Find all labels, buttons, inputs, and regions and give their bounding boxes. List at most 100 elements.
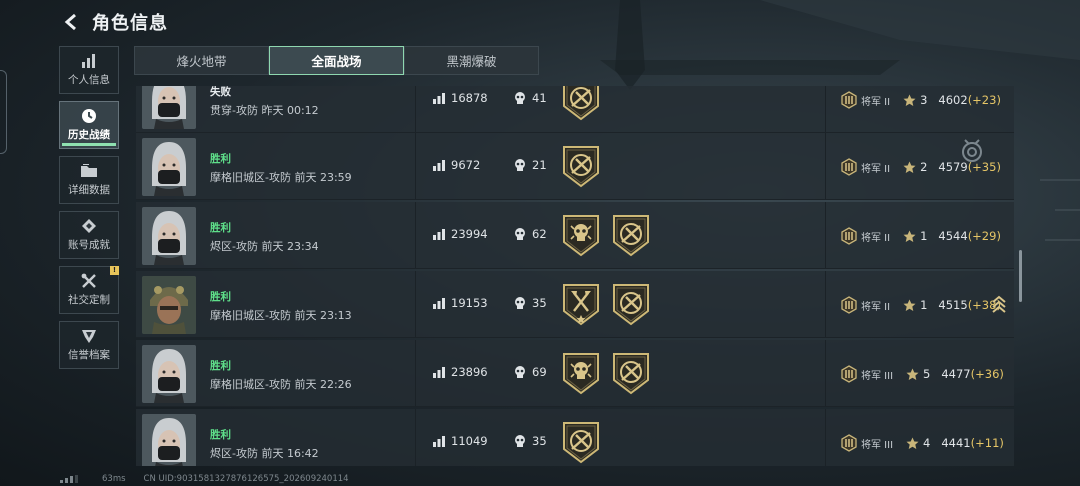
skull-medal-icon[interactable] xyxy=(562,214,600,261)
rifle-medal-icon[interactable] xyxy=(612,352,650,399)
match-result: 失败 xyxy=(210,86,231,98)
kills-value: 69 xyxy=(532,365,547,379)
map-and-time: 烬区-攻防 前天 16:42 xyxy=(210,447,319,460)
rank-info: 将军 II 1 4544(+29) xyxy=(840,227,1001,245)
star-icon xyxy=(903,299,916,311)
bar-chart-icon xyxy=(433,435,445,447)
star-level: 1 xyxy=(920,298,928,312)
rank-name: 将军 II xyxy=(861,232,891,244)
tab-blackout[interactable]: 黑潮爆破 xyxy=(404,46,539,75)
skull-icon xyxy=(515,296,525,309)
sidebar-item-label: 个人信息 xyxy=(68,74,110,86)
rank-up-chevron-icon xyxy=(992,295,1006,313)
operator-avatar xyxy=(142,86,196,129)
sidebar-item-social[interactable]: ! 社交定制 xyxy=(59,266,119,314)
match-row[interactable]: 胜利 烬区-攻防 前天 16:42 11049 35 将军 III 4 4441(+11) xyxy=(136,409,1014,466)
tab-operations[interactable]: 烽火地带 xyxy=(134,46,269,75)
sidebar-item-details[interactable]: 详细数据 xyxy=(59,156,119,204)
row-divider xyxy=(415,202,416,268)
sidebar-item-label: 账号成就 xyxy=(68,239,110,251)
rifle-medal-icon[interactable] xyxy=(562,421,600,466)
axe-medal-icon[interactable] xyxy=(562,283,600,330)
match-row[interactable]: 胜利 摩格旧城区-攻防 前天 23:13 19153 35 将军 II 1 4515(+38… xyxy=(136,271,1014,338)
score-stat: 11049 xyxy=(433,434,488,448)
star-icon xyxy=(903,161,916,173)
bar-chart-icon xyxy=(433,297,445,309)
kills-stat: 69 xyxy=(514,365,547,379)
score-stat: 9672 xyxy=(433,158,480,172)
rifle-medal-icon[interactable] xyxy=(612,214,650,261)
score-stat: 19153 xyxy=(433,296,488,310)
star-level: 2 xyxy=(920,160,928,174)
scrollbar[interactable] xyxy=(1019,250,1022,302)
sidebar-item-label: 信誉档案 xyxy=(68,349,110,361)
medal-list xyxy=(562,283,650,330)
map-and-time: 摩格旧城区-攻防 前天 23:13 xyxy=(210,309,352,322)
match-result: 胜利 xyxy=(210,429,231,441)
match-row[interactable]: 失败 贯穿-攻防 昨天 00:12 16878 41 将军 II 3 4602(+23) xyxy=(136,86,1014,133)
match-history-list[interactable]: 失败 贯穿-攻防 昨天 00:12 16878 41 将军 II 3 4602(+23) 胜… xyxy=(136,86,1014,466)
uid-text: CN UID:9031581327876126575_202609240114 xyxy=(143,474,349,484)
ping-value: 63ms xyxy=(102,474,126,484)
row-divider xyxy=(415,86,416,132)
rank-info: 将军 II 3 4602(+23) xyxy=(840,91,1001,109)
operator-avatar xyxy=(142,414,196,466)
rifle-medal-icon[interactable] xyxy=(562,86,600,125)
row-divider xyxy=(825,202,826,268)
folder-icon xyxy=(80,163,98,179)
match-result: 胜利 xyxy=(210,291,231,303)
map-and-time: 摩格旧城区-攻防 前天 22:26 xyxy=(210,378,352,391)
kills-value: 41 xyxy=(532,91,547,105)
tab-all-out-warfare[interactable]: 全面战场 xyxy=(269,46,404,75)
skull-medal-icon[interactable] xyxy=(562,352,600,399)
row-divider xyxy=(415,340,416,406)
star-level: 3 xyxy=(920,93,928,107)
row-divider xyxy=(825,271,826,337)
rank-name: 将军 III xyxy=(861,439,894,451)
rank-info: 将军 II 1 4515(+38) xyxy=(840,296,1001,314)
match-result: 胜利 xyxy=(210,222,231,234)
kills-value: 21 xyxy=(532,158,547,172)
notification-badge: ! xyxy=(110,266,119,275)
star-icon xyxy=(903,94,916,106)
row-divider xyxy=(415,271,416,337)
general-rank-icon xyxy=(841,365,857,383)
row-divider xyxy=(415,409,416,466)
rank-name: 将军 II xyxy=(861,301,891,313)
star-icon xyxy=(906,437,919,449)
rank-info: 将军 III 4 4441(+11) xyxy=(840,434,1004,452)
match-row[interactable]: 胜利 烬区-攻防 前天 23:34 23994 62 将军 II 1 4544(+29) xyxy=(136,202,1014,269)
side-pull-tab[interactable] xyxy=(0,70,7,154)
general-rank-icon xyxy=(841,296,857,314)
operator-avatar xyxy=(142,276,196,334)
star-icon xyxy=(903,230,916,242)
rifle-medal-icon[interactable] xyxy=(562,145,600,192)
rifle-medal-icon[interactable] xyxy=(612,283,650,330)
medal-list xyxy=(562,214,650,261)
operator-avatar xyxy=(142,138,196,196)
bar-chart-icon xyxy=(433,92,445,104)
back-button[interactable] xyxy=(60,10,84,34)
skull-icon xyxy=(515,91,525,104)
skull-icon xyxy=(515,365,525,378)
medal-list xyxy=(562,145,600,192)
sidebar-item-achievements[interactable]: 账号成就 xyxy=(59,211,119,259)
rank-points: 4602 xyxy=(938,93,968,107)
match-row[interactable]: 胜利 摩格旧城区-攻防 前天 23:59 9672 21 将军 II 2 4579(+35) xyxy=(136,133,1014,200)
bar-chart-icon xyxy=(433,159,445,171)
operator-avatar xyxy=(142,345,196,403)
match-row[interactable]: 胜利 摩格旧城区-攻防 前天 22:26 23896 69 将军 III 5 4477(+3… xyxy=(136,340,1014,407)
sidebar-item-history[interactable]: 历史战绩 xyxy=(59,101,119,149)
score-value: 23896 xyxy=(451,365,488,379)
skull-icon xyxy=(515,434,525,447)
row-divider xyxy=(825,86,826,132)
sidebar-item-label: 历史战绩 xyxy=(68,129,110,141)
kills-value: 35 xyxy=(532,296,547,310)
kills-stat: 35 xyxy=(514,296,547,310)
score-value: 16878 xyxy=(451,91,488,105)
rank-points: 4477 xyxy=(941,367,971,381)
star-icon xyxy=(906,368,919,380)
sidebar-item-reputation[interactable]: 信誉档案 xyxy=(59,321,119,369)
sidebar-item-profile[interactable]: 个人信息 xyxy=(59,46,119,94)
signal-icon xyxy=(60,475,96,483)
